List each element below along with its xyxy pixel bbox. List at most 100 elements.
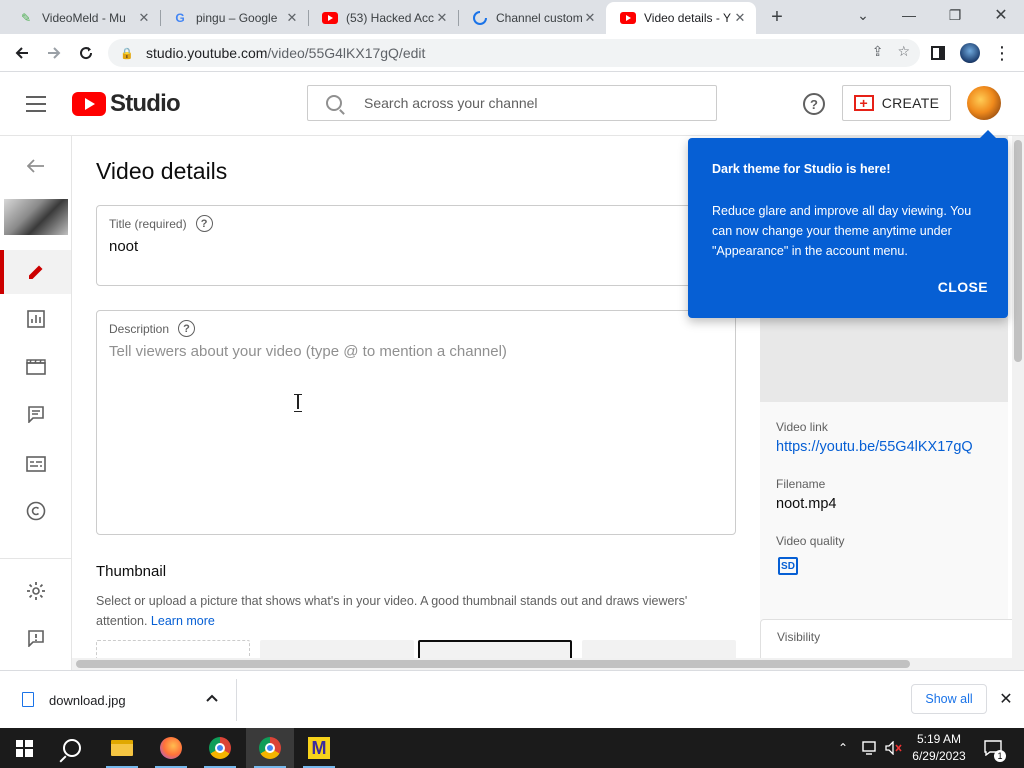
horizontal-scrollbar[interactable]	[72, 658, 1012, 670]
active-nav-indicator	[0, 250, 4, 294]
share-icon[interactable]: ⇪	[872, 43, 884, 60]
settings-gear-icon[interactable]	[18, 573, 54, 609]
copyright-icon[interactable]	[18, 493, 54, 529]
learn-more-link[interactable]: Learn more	[151, 614, 215, 628]
editor-clapper-icon[interactable]	[18, 349, 54, 385]
youtube-icon	[620, 10, 636, 26]
logo-text: Studio	[110, 90, 181, 117]
vertical-scrollbar[interactable]	[1012, 136, 1024, 670]
forward-icon[interactable]	[41, 41, 67, 65]
firefox-icon[interactable]	[147, 728, 195, 768]
filename-value: noot.mp4	[776, 496, 837, 512]
browser-toolbar: 🔒 studio.youtube.com/video/55G4lKX17gQ/e…	[0, 34, 1024, 72]
video-thumbnail[interactable]	[4, 199, 68, 235]
clock-date: 6/29/2023	[912, 749, 966, 763]
bookmark-star-icon[interactable]: ☆	[897, 43, 910, 60]
hamburger-menu-icon[interactable]	[26, 96, 46, 112]
file-explorer-icon[interactable]	[98, 728, 146, 768]
help-icon[interactable]: ?	[803, 93, 825, 115]
popup-close-button[interactable]: CLOSE	[938, 279, 988, 295]
description-field-label: Description ?	[109, 320, 196, 337]
tab-title: Video details - Y	[644, 11, 731, 25]
close-download-bar-icon[interactable]: ✕	[996, 689, 1016, 709]
studio-logo[interactable]: Studio	[72, 90, 181, 118]
upload-thumbnail-slot[interactable]	[96, 640, 250, 658]
profile-avatar-icon[interactable]	[957, 41, 983, 65]
create-video-icon: +	[853, 95, 874, 111]
dark-theme-popup: Dark theme for Studio is here! Reduce gl…	[688, 130, 1008, 318]
download-separator	[236, 679, 237, 721]
back-arrow-icon[interactable]	[18, 148, 54, 184]
comments-icon[interactable]	[18, 396, 54, 432]
help-icon[interactable]: ?	[195, 215, 213, 232]
taskbar-search-icon[interactable]	[48, 728, 96, 768]
browser-menu-icon[interactable]: ⋮	[989, 41, 1015, 65]
description-label-text: Description	[109, 321, 170, 336]
scrollbar-thumb[interactable]	[76, 660, 910, 668]
volume-muted-icon[interactable]	[885, 728, 903, 768]
scrollbar-thumb[interactable]	[1014, 140, 1022, 362]
browser-tab-channel[interactable]: Channel custom ✕	[458, 2, 606, 34]
video-link-label: Video link	[776, 420, 828, 434]
file-icon	[22, 692, 34, 707]
close-tab-icon[interactable]: ✕	[136, 10, 152, 26]
description-field[interactable]: Description ? Tell viewers about your vi…	[96, 310, 736, 535]
description-placeholder[interactable]: Tell viewers about your video (type @ to…	[109, 343, 507, 360]
title-field-value[interactable]: noot	[109, 238, 138, 255]
system-clock[interactable]: 5:19 AM 6/29/2023	[904, 731, 974, 765]
thumbnail-option[interactable]	[582, 640, 736, 658]
visibility-section[interactable]: Visibility	[760, 619, 1012, 658]
chrome-profile-icon[interactable]	[246, 728, 294, 768]
title-label-text: Title (required)	[109, 216, 187, 231]
url-host: studio.youtube.com	[146, 45, 268, 61]
channel-search[interactable]	[307, 85, 717, 121]
account-avatar[interactable]	[967, 86, 1001, 120]
analytics-icon[interactable]	[18, 301, 54, 337]
popup-title: Dark theme for Studio is here!	[712, 162, 891, 176]
page-title: Video details	[96, 158, 228, 184]
browser-tab-google[interactable]: G pingu – Google ✕	[158, 2, 308, 34]
google-icon: G	[175, 11, 185, 25]
help-icon[interactable]: ?	[178, 320, 196, 337]
close-tab-icon[interactable]: ✕	[582, 10, 598, 26]
videomeld-icon: ✎	[20, 11, 32, 25]
reload-icon[interactable]	[73, 41, 99, 65]
download-bar: download.jpg Show all ✕	[0, 670, 1024, 728]
show-all-button[interactable]: Show all	[911, 684, 987, 714]
windows-taskbar: M ⌃ 5:19 AM 6/29/2023 1	[0, 728, 1024, 768]
thumbnail-option-selected[interactable]	[418, 640, 572, 658]
back-icon[interactable]	[9, 41, 35, 65]
network-icon[interactable]	[862, 728, 878, 768]
close-tab-icon[interactable]: ✕	[284, 10, 300, 26]
close-window-icon[interactable]: ✕	[989, 4, 1013, 26]
thumbnail-option[interactable]	[260, 640, 414, 658]
download-filename[interactable]: download.jpg	[49, 693, 126, 708]
new-tab-button[interactable]: +	[766, 6, 788, 28]
close-tab-icon[interactable]: ✕	[434, 10, 450, 26]
search-input[interactable]	[364, 95, 684, 111]
subtitles-icon[interactable]	[18, 446, 54, 482]
create-button[interactable]: + CREATE	[842, 85, 951, 121]
chevron-up-icon[interactable]	[204, 689, 220, 707]
videomeld-app-icon[interactable]: M	[295, 728, 343, 768]
tab-search-icon[interactable]: ⌄	[851, 4, 875, 26]
minimize-icon[interactable]: —	[897, 4, 921, 26]
tray-overflow-icon[interactable]: ⌃	[838, 728, 848, 768]
clock-time: 5:19 AM	[916, 732, 962, 746]
video-quality-label: Video quality	[776, 534, 845, 548]
side-panel-icon[interactable]	[925, 41, 951, 65]
restore-icon[interactable]: ❐	[943, 4, 967, 26]
browser-tab-video-details[interactable]: Video details - Y ✕	[606, 2, 756, 34]
chrome-icon[interactable]	[196, 728, 244, 768]
edit-pencil-icon[interactable]	[18, 254, 54, 290]
start-button[interactable]	[0, 728, 48, 768]
title-field[interactable]: Title (required) ? noot	[96, 205, 736, 286]
thumbnail-description: Select or upload a picture that shows wh…	[96, 591, 726, 631]
browser-tab-videomeld[interactable]: ✎ VideoMeld - Mu ✕	[4, 2, 160, 34]
close-tab-icon[interactable]: ✕	[732, 10, 748, 26]
feedback-icon[interactable]	[18, 620, 54, 656]
browser-tab-hacked[interactable]: (53) Hacked Acc ✕	[308, 2, 458, 34]
notification-center-icon[interactable]: 1	[984, 728, 1006, 768]
address-bar[interactable]: 🔒 studio.youtube.com/video/55G4lKX17gQ/e…	[108, 39, 920, 67]
video-link[interactable]: https://youtu.be/55G4lKX17gQ	[776, 439, 973, 455]
